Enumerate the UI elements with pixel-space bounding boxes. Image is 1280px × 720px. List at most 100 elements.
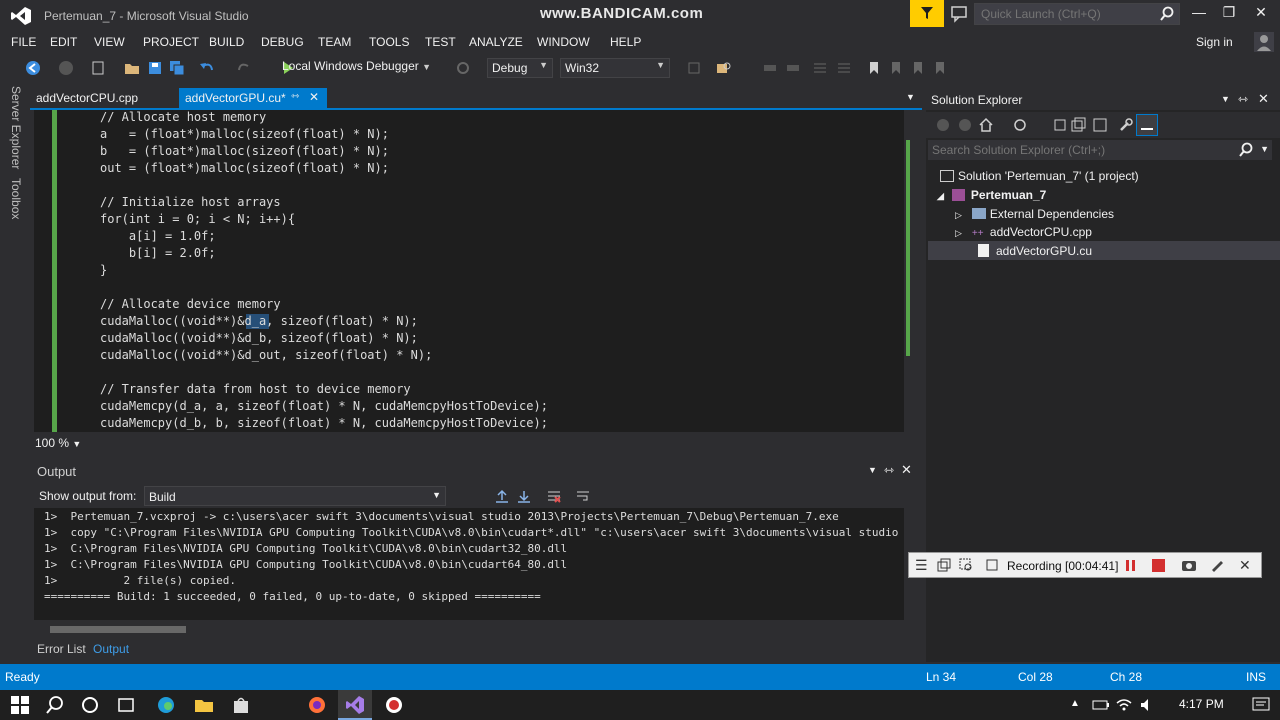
panel-menu-chevron-icon[interactable]: ▼	[1221, 94, 1230, 104]
stop-icon[interactable]	[1152, 559, 1165, 572]
restore-button[interactable]: ❐	[1212, 4, 1246, 24]
notifications-button[interactable]	[910, 0, 944, 27]
back-icon[interactable]	[935, 117, 951, 133]
menu-help[interactable]: HELP	[610, 35, 641, 49]
cortana-icon[interactable]	[80, 695, 100, 715]
code-line[interactable]: // Allocate host memory	[100, 110, 266, 124]
menu-build[interactable]: BUILD	[209, 35, 244, 49]
collapse-all-icon[interactable]	[1070, 117, 1086, 133]
menu-debug[interactable]: DEBUG	[261, 35, 304, 49]
code-line[interactable]: cudaMalloc((void**)&d_out, sizeof(float)…	[100, 348, 432, 362]
tree-project[interactable]: ◢ Pertemuan_7	[937, 188, 1046, 202]
task-view-icon[interactable]	[116, 695, 136, 715]
forward-icon[interactable]	[58, 60, 74, 76]
menu-project[interactable]: PROJECT	[143, 35, 199, 49]
comment-icon[interactable]	[686, 60, 702, 76]
menu-test[interactable]: TEST	[425, 35, 456, 49]
fullscreen-mode-icon[interactable]	[985, 558, 999, 572]
pause-icon[interactable]	[1125, 559, 1137, 572]
redo-icon[interactable]	[236, 60, 252, 76]
output-hscroll-thumb[interactable]	[50, 626, 186, 633]
format-icon[interactable]	[762, 60, 778, 76]
pin-icon[interactable]: ⇿	[884, 463, 894, 477]
window-mode-icon[interactable]	[937, 558, 951, 572]
close-panel-icon[interactable]: ✕	[1258, 91, 1269, 107]
close-icon[interactable]: ✕	[1239, 557, 1251, 574]
new-project-icon[interactable]	[90, 60, 106, 76]
go-to-next-message-icon[interactable]	[516, 488, 532, 504]
wifi-icon[interactable]	[1116, 698, 1132, 712]
tree-item-external-dependencies[interactable]: ▷ External Dependencies	[955, 207, 1114, 221]
select-area-icon[interactable]	[959, 558, 973, 572]
menu-window[interactable]: WINDOW	[537, 35, 590, 49]
clear-bookmarks-icon[interactable]	[932, 60, 948, 76]
save-all-icon[interactable]	[169, 60, 185, 76]
taskbar-vs-active[interactable]	[338, 690, 372, 720]
open-folder-icon[interactable]	[124, 60, 140, 76]
back-icon[interactable]	[25, 60, 41, 76]
action-center-icon[interactable]	[1252, 697, 1270, 713]
menu-analyze[interactable]: ANALYZE	[469, 35, 523, 49]
search-icon[interactable]	[1159, 6, 1175, 22]
find-in-files-icon[interactable]	[716, 60, 732, 76]
tab-error-list[interactable]: Error List	[37, 642, 86, 656]
menu-edit[interactable]: EDIT	[50, 35, 77, 49]
code-line[interactable]: // Initialize host arrays	[100, 195, 281, 209]
quick-launch-box[interactable]	[974, 3, 1180, 25]
configuration-select[interactable]: Debug ▼	[487, 58, 553, 78]
code-line[interactable]: b = (float*)malloc(sizeof(float) * N);	[100, 144, 389, 158]
search-icon[interactable]	[45, 695, 65, 715]
word-wrap-icon[interactable]	[575, 488, 591, 504]
local-windows-debugger-button[interactable]: Local Windows Debugger ▼	[282, 59, 431, 73]
outdent-icon[interactable]	[812, 60, 828, 76]
file-explorer-icon[interactable]	[194, 695, 214, 715]
pencil-icon[interactable]	[1210, 558, 1224, 572]
feedback-icon[interactable]	[950, 5, 968, 23]
editor-scroll-thumb[interactable]	[906, 140, 910, 356]
bandicam-icon[interactable]	[384, 695, 404, 715]
code-line[interactable]: cudaMemcpy(d_a, a, sizeof(float) * N, cu…	[100, 399, 548, 413]
edge-browser-icon[interactable]	[156, 695, 176, 715]
zoom-select[interactable]: 100 % ▼	[35, 436, 81, 450]
output-source-select[interactable]: Build ▼	[144, 486, 446, 506]
code-line[interactable]: b[i] = 2.0f;	[100, 246, 216, 260]
windows-start-icon[interactable]	[10, 695, 30, 715]
volume-icon[interactable]	[1140, 698, 1156, 712]
align-icon[interactable]	[785, 60, 801, 76]
close-tab-icon[interactable]: ✕	[309, 90, 319, 104]
expanded-arrow-icon[interactable]: ◢	[937, 191, 944, 201]
clear-all-icon[interactable]	[546, 488, 562, 504]
prev-bookmark-icon[interactable]	[888, 60, 904, 76]
search-icon[interactable]	[1238, 142, 1254, 158]
show-all-files-icon[interactable]	[1092, 117, 1108, 133]
next-bookmark-icon[interactable]	[910, 60, 926, 76]
battery-icon[interactable]	[1092, 698, 1110, 712]
code-line[interactable]: a = (float*)malloc(sizeof(float) * N);	[100, 127, 389, 141]
code-line[interactable]: for(int i = 0; i < N; i++){	[100, 212, 295, 226]
properties-wrench-icon[interactable]	[1118, 117, 1134, 133]
menu-icon[interactable]: ☰	[915, 557, 928, 574]
search-options-chevron-icon[interactable]: ▼	[1260, 144, 1269, 154]
toolbox-tab[interactable]: Toolbox	[9, 178, 23, 219]
code-line[interactable]: cudaMalloc((void**)&d_a, sizeof(float) *…	[100, 314, 418, 328]
tab-overflow-chevron-icon[interactable]: ▼	[906, 92, 915, 102]
user-avatar-icon[interactable]	[1254, 32, 1274, 52]
code-line[interactable]: // Allocate device memory	[100, 297, 281, 311]
refresh-icon[interactable]	[455, 60, 471, 76]
code-line[interactable]: a[i] = 1.0f;	[100, 229, 216, 243]
store-icon[interactable]	[231, 695, 251, 715]
tab-addvectorcpu[interactable]: addVectorCPU.cpp	[30, 88, 176, 108]
go-to-previous-message-icon[interactable]	[494, 488, 510, 504]
tab-addvectorgpu[interactable]: addVectorGPU.cu* ⇿ ✕	[179, 88, 327, 108]
code-line[interactable]: out = (float*)malloc(sizeof(float) * N);	[100, 161, 389, 175]
tab-output[interactable]: Output	[93, 642, 129, 656]
pin-icon[interactable]: ⇿	[291, 91, 299, 102]
menu-tools[interactable]: TOOLS	[369, 35, 409, 49]
code-line[interactable]: cudaMalloc((void**)&d_b, sizeof(float) *…	[100, 331, 418, 345]
solution-search-box[interactable]: ▼	[928, 140, 1272, 160]
collapsed-arrow-icon[interactable]: ▷	[955, 210, 962, 220]
platform-select[interactable]: Win32 ▼	[560, 58, 670, 78]
firefox-icon[interactable]	[307, 695, 327, 715]
tree-item-addvectorcpu[interactable]: ▷ ++ addVectorCPU.cpp	[955, 225, 1092, 239]
menu-view[interactable]: VIEW	[94, 35, 125, 49]
